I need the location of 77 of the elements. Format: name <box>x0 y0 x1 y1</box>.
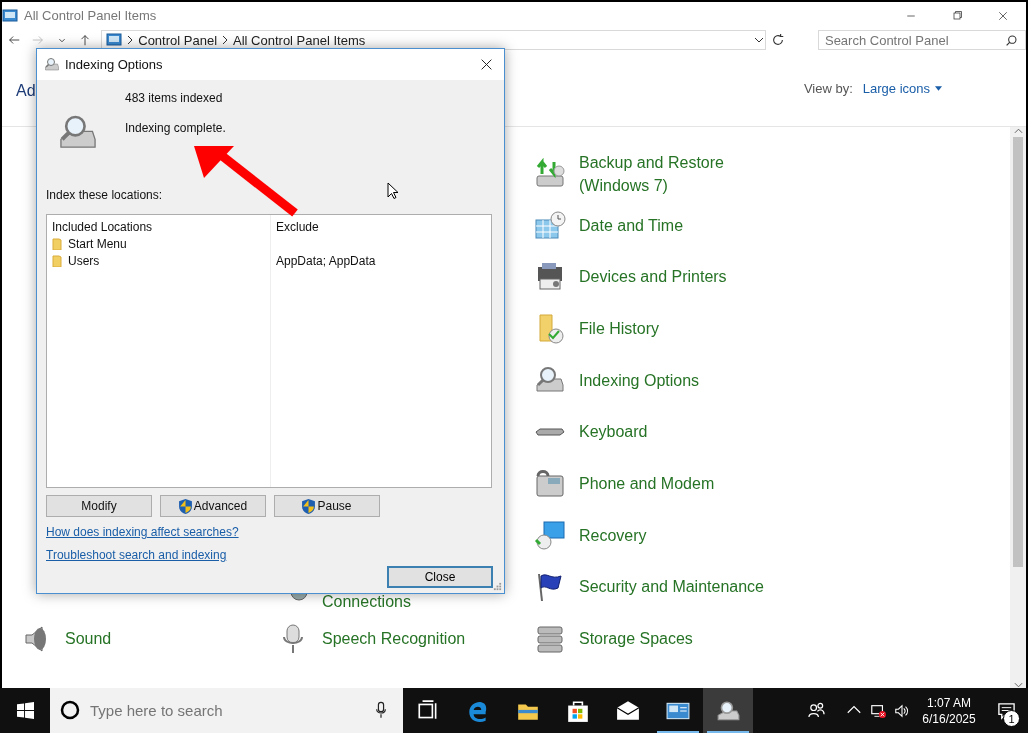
location-name: Start Menu <box>68 236 127 251</box>
view-mode-dropdown[interactable]: Large icons <box>862 81 942 96</box>
control-panel-item[interactable]: Backup and Restore (Windows 7) <box>579 150 729 197</box>
close-dialog-button[interactable]: Close <box>387 566 493 588</box>
control-panel-item[interactable]: Date and Time <box>579 216 684 235</box>
clock-date[interactable]: 6/16/2025 <box>922 710 976 727</box>
speaker-icon <box>894 702 910 719</box>
search-icon <box>1004 34 1018 47</box>
view-by-label: View by: <box>803 81 853 96</box>
dialog-button[interactable]: Pause <box>274 495 380 517</box>
shield-icon <box>302 498 316 514</box>
location-name: Users <box>68 253 100 268</box>
refresh-icon <box>771 33 786 47</box>
folder-icon <box>52 237 62 250</box>
help-link[interactable]: Troubleshoot search and indexing <box>46 548 227 562</box>
chevron-icon <box>126 35 135 45</box>
locations-label: Index these locations: <box>46 188 163 202</box>
action-center-button[interactable]: 1 <box>984 688 1028 733</box>
window-title: All Control Panel Items <box>24 8 157 23</box>
control-panel-item[interactable]: Speech Recognition <box>322 630 466 649</box>
shopping-bag-icon <box>566 698 590 723</box>
calendar-clock-icon <box>534 209 566 242</box>
close-icon <box>997 9 1009 22</box>
control-panel-icon <box>2 7 18 24</box>
control-panel-icon <box>106 32 123 48</box>
help-link[interactable]: How does indexing affect searches? <box>46 525 239 539</box>
windows-logo-icon <box>16 702 34 719</box>
notification-count: 1 <box>1003 710 1020 727</box>
control-panel-item[interactable]: Phone and Modem <box>579 475 715 494</box>
excluded-folders: AppData; AppData <box>276 253 376 268</box>
back-arrow-icon <box>6 33 21 47</box>
scroll-up-icon <box>1013 127 1023 135</box>
page-heading: Ad <box>16 81 36 100</box>
dialog-button[interactable]: Modify <box>46 495 152 517</box>
control-panel-item[interactable]: Storage Spaces <box>579 630 693 649</box>
breadcrumb[interactable]: Control Panel <box>134 32 222 48</box>
control-panel-item[interactable]: Connections <box>322 593 411 612</box>
chevron-icon <box>221 35 230 45</box>
monitor-clock-icon <box>534 519 566 552</box>
dialog-title: Indexing Options <box>65 57 164 72</box>
envelope-icon <box>616 698 640 723</box>
microphone-icon <box>375 701 387 719</box>
drives-stack-icon <box>534 623 566 656</box>
locations-list[interactable]: Included Locations Start Menu Users Exclude AppData; AppData <box>46 214 492 488</box>
control-panel-item[interactable]: File History <box>579 320 659 339</box>
control-panel-item[interactable]: Sound <box>65 630 112 649</box>
column-header[interactable]: Exclude <box>276 219 319 234</box>
column-header[interactable]: Included Locations <box>52 219 153 234</box>
caret-icon <box>935 86 942 91</box>
items-indexed-count: 483 items indexed <box>125 91 224 105</box>
drive-arrows-icon <box>534 157 566 190</box>
keyboard-icon <box>534 428 566 437</box>
control-panel-item[interactable]: Indexing Options <box>579 371 700 390</box>
close-icon <box>479 58 493 71</box>
forward-arrow-icon <box>30 33 45 47</box>
resize-grip-icon <box>493 582 502 591</box>
shield-icon <box>178 498 192 514</box>
control-panel-item[interactable]: Security and Maintenance <box>579 578 764 597</box>
folder-icon <box>52 254 62 267</box>
taskbar-app-button[interactable] <box>703 688 753 733</box>
dialog-button[interactable]: Advanced <box>160 495 266 517</box>
breadcrumb[interactable]: All Control Panel Items <box>229 32 370 48</box>
search-field[interactable]: Search Control Panel <box>817 30 1026 50</box>
scroll-down-icon <box>1013 681 1023 688</box>
clock-time[interactable]: 1:07 AM <box>927 694 971 711</box>
cortana-circle-icon <box>60 700 80 720</box>
drive-magnifier-icon <box>44 56 60 73</box>
scrollbar[interactable] <box>1010 127 1026 688</box>
mouse-pointer-icon <box>387 182 399 200</box>
people-icon <box>807 702 825 719</box>
control-panel-item[interactable]: Devices and Printers <box>579 268 727 287</box>
taskbar-search-field[interactable]: Type here to search <box>50 688 403 733</box>
network-disconnected-icon <box>870 702 886 719</box>
indexing-status: Indexing complete. <box>125 121 226 135</box>
control-panel-item[interactable]: Recovery <box>579 526 647 545</box>
control-panel-item[interactable]: Keyboard <box>579 423 648 442</box>
restore-icon <box>951 9 963 22</box>
